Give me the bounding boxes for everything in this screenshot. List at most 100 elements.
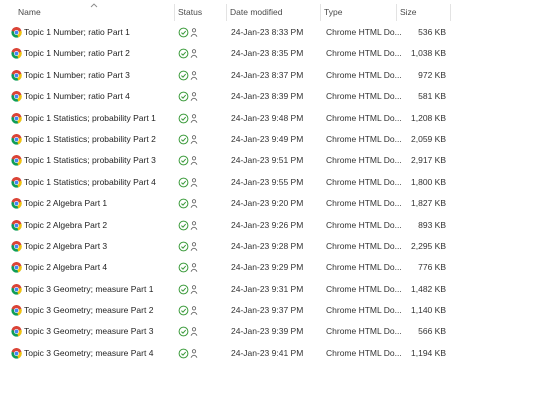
chrome-html-icon	[11, 262, 22, 273]
file-date-modified: 24-Jan-23 8:37 PM	[231, 69, 304, 80]
column-divider[interactable]	[450, 4, 451, 21]
status-available-icon	[178, 155, 198, 166]
file-name: Topic 2 Algebra Part 1	[24, 198, 108, 209]
chrome-html-icon	[11, 91, 22, 102]
file-date-modified: 24-Jan-23 8:33 PM	[231, 27, 304, 37]
file-row[interactable]: Topic 1 Statistics; probability Part 3 2…	[0, 150, 559, 171]
chrome-html-icon	[11, 240, 22, 252]
file-size: 2,295 KB	[411, 240, 446, 251]
status-available-icon	[178, 48, 198, 59]
status-available-icon	[178, 327, 198, 337]
file-size: 581 KB	[418, 91, 446, 102]
file-size: 1,038 KB	[411, 48, 446, 59]
chrome-html-icon	[11, 305, 22, 316]
status-available-icon	[178, 305, 198, 316]
file-row[interactable]: Topic 3 Geometry; measure Part 1 24-Jan-…	[0, 279, 559, 300]
file-size: 2,917 KB	[411, 155, 446, 166]
file-name: Topic 1 Statistics; probability Part 3	[24, 155, 156, 166]
file-type: Chrome HTML Do...	[326, 48, 402, 59]
column-header-bar: Name Status Date modified Type Size	[0, 0, 559, 24]
file-date-modified: 24-Jan-23 8:35 PM	[231, 48, 304, 59]
status-available-icon	[178, 177, 198, 188]
file-size: 1,827 KB	[411, 198, 446, 209]
file-date-modified: 24-Jan-23 9:37 PM	[231, 305, 304, 316]
file-type: Chrome HTML Do...	[326, 283, 402, 294]
status-available-icon	[178, 284, 198, 295]
file-date-modified: 24-Jan-23 9:55 PM	[231, 176, 304, 187]
file-name: Topic 3 Geometry; measure Part 4	[24, 347, 154, 358]
file-name: Topic 1 Number; ratio Part 3	[24, 69, 130, 80]
status-available-icon	[178, 262, 198, 273]
chrome-html-icon	[11, 69, 22, 81]
file-name: Topic 2 Algebra Part 3	[24, 240, 108, 251]
column-header-date[interactable]: Date modified	[226, 4, 320, 21]
file-type: Chrome HTML Do...	[326, 240, 402, 251]
column-header-size[interactable]: Size	[396, 4, 450, 21]
chrome-html-icon	[11, 155, 22, 166]
file-type: Chrome HTML Do...	[326, 27, 402, 37]
file-row[interactable]: Topic 3 Geometry; measure Part 3 24-Jan-…	[0, 321, 559, 342]
file-size: 536 KB	[418, 27, 446, 37]
chrome-html-icon	[11, 326, 22, 338]
file-name: Topic 1 Statistics; probability Part 1	[24, 112, 156, 123]
chrome-html-icon	[11, 198, 22, 209]
file-row[interactable]: Topic 1 Number; ratio Part 4 24-Jan-23 8…	[0, 86, 559, 107]
status-available-icon	[178, 91, 198, 102]
status-available-icon	[178, 113, 198, 123]
file-type: Chrome HTML Do...	[326, 305, 402, 316]
chrome-html-icon	[11, 283, 22, 295]
file-row[interactable]: Topic 1 Statistics; probability Part 4 2…	[0, 172, 559, 193]
file-date-modified: 24-Jan-23 9:28 PM	[231, 240, 304, 251]
file-size: 1,208 KB	[411, 112, 446, 123]
file-row[interactable]: Topic 1 Statistics; probability Part 2 2…	[0, 129, 559, 150]
file-row[interactable]: Topic 1 Statistics; probability Part 1 2…	[0, 108, 559, 129]
file-row[interactable]: Topic 1 Number; ratio Part 3 24-Jan-23 8…	[0, 65, 559, 86]
file-row[interactable]: Topic 2 Algebra Part 4 24-Jan-23 9:29 PM…	[0, 257, 559, 278]
file-name: Topic 2 Algebra Part 2	[24, 219, 108, 230]
file-size: 1,800 KB	[411, 176, 446, 187]
chrome-html-icon	[11, 27, 22, 38]
file-name: Topic 2 Algebra Part 4	[24, 262, 108, 273]
file-size: 972 KB	[418, 69, 446, 80]
file-date-modified: 24-Jan-23 9:20 PM	[231, 198, 304, 209]
file-type: Chrome HTML Do...	[326, 112, 402, 123]
column-header-type[interactable]: Type	[320, 4, 396, 21]
file-date-modified: 24-Jan-23 9:26 PM	[231, 219, 304, 230]
column-header-status[interactable]: Status	[174, 4, 226, 21]
file-size: 2,059 KB	[411, 133, 446, 144]
file-row[interactable]: Topic 3 Geometry; measure Part 4 24-Jan-…	[0, 343, 559, 364]
file-name: Topic 1 Number; ratio Part 1	[24, 27, 130, 37]
status-available-icon	[178, 27, 198, 38]
file-name: Topic 1 Number; ratio Part 4	[24, 91, 130, 102]
file-type: Chrome HTML Do...	[326, 91, 402, 102]
file-date-modified: 24-Jan-23 9:41 PM	[231, 347, 304, 358]
file-size: 1,194 KB	[411, 347, 446, 358]
chrome-html-icon	[11, 112, 22, 124]
file-date-modified: 24-Jan-23 9:31 PM	[231, 283, 304, 294]
file-name: Topic 3 Geometry; measure Part 1	[24, 283, 154, 294]
file-date-modified: 24-Jan-23 9:39 PM	[231, 326, 304, 337]
file-row[interactable]: Topic 2 Algebra Part 3 24-Jan-23 9:28 PM…	[0, 236, 559, 257]
file-row[interactable]: Topic 3 Geometry; measure Part 2 24-Jan-…	[0, 300, 559, 321]
file-row[interactable]: Topic 2 Algebra Part 2 24-Jan-23 9:26 PM…	[0, 215, 559, 236]
status-available-icon	[178, 70, 198, 81]
status-available-icon	[178, 348, 198, 359]
file-size: 566 KB	[418, 326, 446, 337]
file-size: 1,482 KB	[411, 283, 446, 294]
column-header-name[interactable]: Name	[14, 4, 174, 21]
file-name: Topic 3 Geometry; measure Part 2	[24, 305, 154, 316]
chrome-html-icon	[11, 219, 22, 231]
file-row[interactable]: Topic 2 Algebra Part 1 24-Jan-23 9:20 PM…	[0, 193, 559, 214]
status-available-icon	[178, 241, 198, 252]
file-type: Chrome HTML Do...	[326, 176, 402, 187]
file-size: 776 KB	[418, 262, 446, 273]
file-row[interactable]: Topic 1 Number; ratio Part 1 24-Jan-23 8…	[0, 22, 559, 43]
file-type: Chrome HTML Do...	[326, 219, 402, 230]
file-date-modified: 24-Jan-23 9:29 PM	[231, 262, 304, 273]
file-type: Chrome HTML Do...	[326, 326, 402, 337]
file-name: Topic 1 Number; ratio Part 2	[24, 48, 130, 59]
file-date-modified: 24-Jan-23 8:39 PM	[231, 91, 304, 102]
file-row[interactable]: Topic 1 Number; ratio Part 2 24-Jan-23 8…	[0, 43, 559, 64]
file-size: 1,140 KB	[411, 305, 446, 316]
file-type: Chrome HTML Do...	[326, 69, 402, 80]
